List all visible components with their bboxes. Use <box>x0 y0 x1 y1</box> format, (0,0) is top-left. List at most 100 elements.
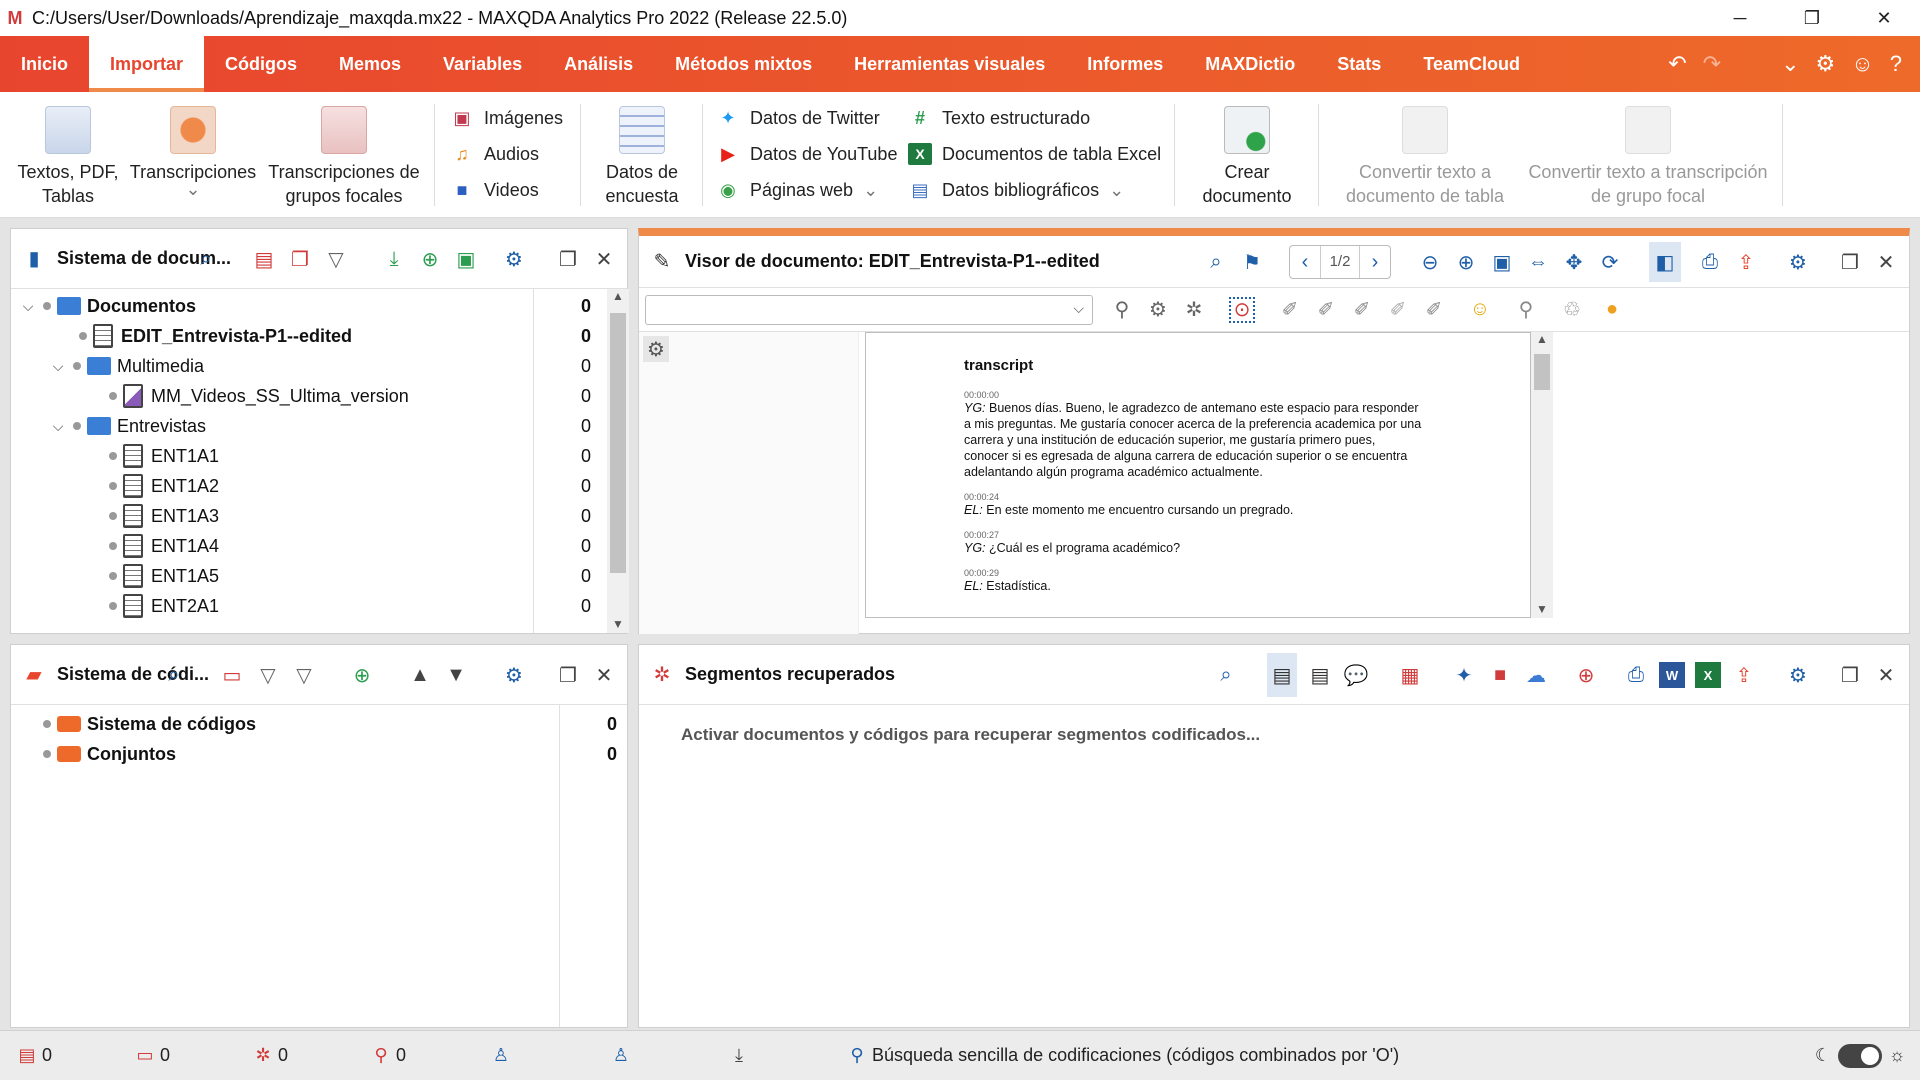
undock-icon[interactable]: ❐ <box>555 662 581 688</box>
tree-item-ent1a3[interactable]: ENT1A3 0 <box>11 501 607 531</box>
tree-item-ent1a2[interactable]: ENT1A2 0 <box>11 471 607 501</box>
search-icon[interactable]: ⌕ <box>161 662 187 688</box>
tree-item-ent1a1[interactable]: ENT1A1 0 <box>11 441 607 471</box>
document-tree-scrollbar[interactable]: ▲ ▼ <box>607 289 629 633</box>
transcript-paragraph[interactable]: EL: En este momento me encuentro cursand… <box>964 502 1422 518</box>
tree-item-ent1a5[interactable]: ENT1A5 0 <box>11 561 607 591</box>
move-down-icon[interactable]: ▼ <box>443 662 469 688</box>
tree-item-edit-entrevista[interactable]: EDIT_Entrevista-P1--edited 0 <box>11 321 607 351</box>
tree-item-mm-videos[interactable]: MM_Videos_SS_Ultima_version 0 <box>11 381 607 411</box>
status-memos[interactable]: ⚲ 0 <box>370 1045 406 1067</box>
settings-gear-icon[interactable]: ⚙ <box>1785 662 1811 688</box>
zoom-in-icon[interactable]: ⊕ <box>1453 249 1479 275</box>
highlighter-blue-icon[interactable]: ✐ <box>1349 297 1375 323</box>
print-icon[interactable]: ⎙ <box>1697 249 1723 275</box>
table-view-icon[interactable]: ▤ <box>1307 662 1333 688</box>
excel-export-icon[interactable]: X <box>1695 662 1721 688</box>
new-code-icon[interactable]: ⚙ <box>1145 297 1171 323</box>
status-retrieval-mode[interactable]: ⚲ Búsqueda sencilla de codificaciones (có… <box>846 1045 1399 1067</box>
transcript-paragraph[interactable]: YG: ¿Cuál es el programa académico? <box>964 540 1422 556</box>
expand-chevron-icon[interactable]: ⌵ <box>49 418 67 435</box>
tab-analisis[interactable]: Análisis <box>543 36 654 92</box>
tab-memos[interactable]: Memos <box>318 36 422 92</box>
close-icon[interactable]: ✕ <box>591 246 617 272</box>
import-audios-button[interactable]: ♫ Audios <box>450 140 539 168</box>
highlighter-yellow-icon[interactable]: ✐ <box>1385 297 1411 323</box>
filter-icon[interactable]: ▽ <box>323 246 349 272</box>
document-viewer-scrollbar[interactable]: ▲ ▼ <box>1531 332 1553 618</box>
side-panel-icon[interactable]: ◧ <box>1649 242 1681 282</box>
comment-view-icon[interactable]: 💬 <box>1343 662 1369 688</box>
theme-toggle-switch[interactable] <box>1838 1043 1882 1068</box>
expand-chevron-icon[interactable]: ⌵ <box>19 298 37 315</box>
tab-codigos[interactable]: Códigos <box>204 36 318 92</box>
bookmark-icon[interactable]: ⚑ <box>1239 249 1265 275</box>
import-texts-button[interactable]: Textos, PDF, Tablas <box>12 98 124 208</box>
close-icon[interactable]: ✕ <box>1873 662 1899 688</box>
convert-to-table-button[interactable]: Convertir texto a documento de tabla <box>1330 98 1520 208</box>
new-doc-icon[interactable]: ⊕ <box>417 246 443 272</box>
smart-coding-icon[interactable]: ✦ <box>1451 662 1477 688</box>
code-link-icon[interactable]: ♲ <box>1559 297 1585 323</box>
highlighter-purple-icon[interactable]: ✐ <box>1421 297 1447 323</box>
export-icon[interactable]: ⇪ <box>1731 662 1757 688</box>
in-vivo-code-icon[interactable]: ⊙ <box>1229 296 1255 323</box>
close-window-button[interactable]: ✕ <box>1848 0 1920 36</box>
undock-icon[interactable]: ❐ <box>1837 249 1863 275</box>
undo-icon[interactable]: ↶ <box>1668 51 1686 77</box>
tab-stats[interactable]: Stats <box>1316 36 1402 92</box>
scroll-down-arrow-icon[interactable]: ▼ <box>607 617 629 631</box>
status-export[interactable]: ⤓ <box>728 1045 750 1067</box>
convert-to-focus-group-button[interactable]: Convertir texto a transcripción de grupo… <box>1520 98 1776 208</box>
cloud-icon[interactable]: ☁ <box>1523 662 1549 688</box>
tree-item-ent1a4[interactable]: ENT1A4 0 <box>11 531 607 561</box>
tab-importar[interactable]: Importar <box>89 36 205 92</box>
import-webpages-button[interactable]: ◉ Páginas web ⌄ <box>716 176 878 204</box>
zoom-100-icon[interactable]: ▣ <box>1489 249 1515 275</box>
document-page[interactable]: transcript 00:00:00 YG: Buenos días. Bue… <box>865 332 1531 618</box>
tree-item-documentos[interactable]: ⌵ Documentos 0 <box>11 291 607 321</box>
close-icon[interactable]: ✕ <box>591 662 617 688</box>
print-icon[interactable]: ⎙ <box>1623 662 1649 688</box>
transcript-paragraph[interactable]: EL: Estadística. <box>964 578 1422 594</box>
color-squares-icon[interactable]: ■ <box>1487 662 1513 688</box>
new-code-icon[interactable]: ⊕ <box>349 662 375 688</box>
zoom-out-icon[interactable]: ⊖ <box>1417 249 1443 275</box>
redo-icon[interactable]: ↷ <box>1703 51 1721 77</box>
search-icon[interactable]: ⌕ <box>193 246 219 272</box>
minimize-button[interactable]: ─ <box>1704 0 1776 36</box>
import-icon[interactable]: ⤓ <box>381 246 407 272</box>
tab-variables[interactable]: Variables <box>422 36 543 92</box>
code-filter-icon[interactable]: ▽ <box>255 662 281 688</box>
tab-teamcloud[interactable]: TeamCloud <box>1402 36 1541 92</box>
import-structured-text-button[interactable]: # Texto estructurado <box>908 104 1090 132</box>
status-user-filter[interactable]: ♙ <box>610 1045 632 1067</box>
code-selector-dropdown[interactable]: ⌵ <box>645 294 1093 325</box>
code-list-icon[interactable]: ▭ <box>219 662 245 688</box>
tree-item-ent2a1[interactable]: ENT2A1 0 <box>11 591 607 621</box>
next-page-icon[interactable]: › <box>1360 249 1390 275</box>
settings-gear-icon[interactable]: ⚙ <box>501 246 527 272</box>
gutter-settings-gear-icon[interactable]: ⚙ <box>643 336 669 362</box>
import-images-button[interactable]: ▣ Imágenes <box>450 104 563 132</box>
code-pin-icon[interactable]: ⚲ <box>1109 297 1135 323</box>
move-up-icon[interactable]: ▲ <box>407 662 433 688</box>
word-export-icon[interactable]: W <box>1659 662 1685 688</box>
search-icon[interactable]: ⌕ <box>1203 249 1229 275</box>
import-excel-button[interactable]: X Documentos de tabla Excel <box>908 140 1161 168</box>
tab-herramientas-visuales[interactable]: Herramientas visuales <box>833 36 1066 92</box>
list-view-icon[interactable]: ▤ <box>1267 653 1297 697</box>
tab-maxdictio[interactable]: MAXDictio <box>1184 36 1316 92</box>
settings-gear-icon[interactable]: ⚙ <box>501 662 527 688</box>
transcript-paragraph[interactable]: YG: Buenos días. Bueno, le agradezco de … <box>964 400 1422 480</box>
doc-set-icon[interactable]: ❐ <box>287 246 313 272</box>
emoticode-icon[interactable]: ☺ <box>1467 297 1493 323</box>
import-transcripts-button[interactable]: Transcripciones ⌄ <box>128 98 258 198</box>
tab-informes[interactable]: Informes <box>1066 36 1184 92</box>
rotate-icon[interactable]: ⟳ <box>1597 249 1623 275</box>
new-code-icon[interactable]: ⊕ <box>1573 662 1599 688</box>
search-icon[interactable]: ⌕ <box>1213 662 1239 688</box>
new-folder-icon[interactable]: ▣ <box>453 246 479 272</box>
settings-gear-icon[interactable]: ⚙ <box>1816 51 1836 77</box>
quick-code-icon[interactable]: ✲ <box>1181 297 1207 323</box>
